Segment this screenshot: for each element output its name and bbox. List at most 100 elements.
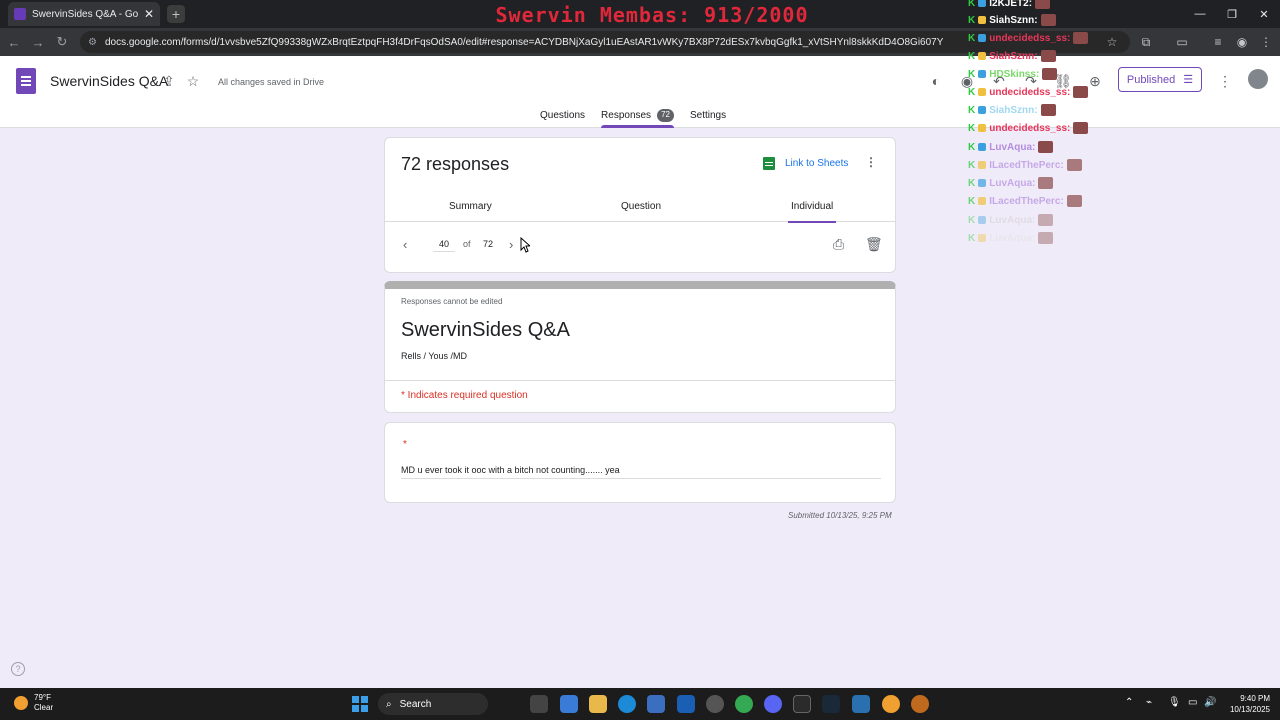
network-icon[interactable]: ⌁: [1146, 697, 1152, 708]
chat-user-badge-icon: [978, 124, 987, 132]
answer-text: MD u ever took it ooc with a bitch not c…: [401, 465, 881, 479]
windows-start-icon[interactable]: [352, 696, 368, 712]
close-window-icon[interactable]: ✕: [1248, 0, 1280, 28]
task-view-icon[interactable]: [530, 695, 548, 713]
tab-questions[interactable]: Questions: [540, 104, 585, 128]
chat-message: Kundecidedss_ss:: [968, 121, 1089, 135]
kick-badge-icon: K: [968, 50, 976, 62]
responses-count: 72 responses: [401, 154, 510, 174]
move-to-folder-icon[interactable]: ⇪: [160, 72, 178, 90]
chat-message: Kundecidedss_ss:: [968, 85, 1089, 99]
profile-icon[interactable]: ◉: [1234, 34, 1250, 50]
browser-tab[interactable]: SwervinSides Q&A - Google Fo ✕: [8, 2, 160, 26]
new-tab-button[interactable]: +: [167, 5, 185, 23]
palette-icon[interactable]: ◐: [927, 72, 945, 90]
chat-message: K LuvAqua:: [968, 140, 1054, 154]
chrome-icon[interactable]: [735, 695, 753, 713]
chat-message: K LuvAqua:: [968, 231, 1054, 245]
volume-icon[interactable]: 🔊: [1204, 697, 1216, 708]
chat-emote-icon: [1040, 50, 1056, 62]
responses-card: 72 responses Link to Sheets ⋮ Summary Qu…: [384, 137, 896, 273]
outlook-icon[interactable]: [677, 695, 695, 713]
more-options-icon[interactable]: ⋮: [1216, 72, 1234, 90]
tab-question[interactable]: Question: [621, 201, 661, 212]
delete-icon[interactable]: 🗑: [865, 236, 883, 253]
split-view-icon[interactable]: ▭: [1174, 34, 1190, 50]
chat-username: LuvAqua:: [989, 232, 1036, 244]
taskbar-search[interactable]: ⌕ Search: [378, 693, 488, 715]
document-title[interactable]: SwervinSides Q&A: [50, 73, 168, 89]
chat-emote-icon: [1035, 0, 1051, 9]
tray-overflow-icon[interactable]: ⌃: [1125, 697, 1133, 708]
link-to-sheets-button[interactable]: Link to Sheets: [763, 157, 848, 170]
forms-favicon-icon: [14, 8, 26, 20]
steam-icon[interactable]: [822, 695, 840, 713]
system-clock[interactable]: 9:40 PM 10/13/2025: [1222, 693, 1270, 715]
fl-studio-icon[interactable]: [911, 695, 929, 713]
response-pager: ‹ 40 of 72 › ⎙ 🗑: [385, 234, 895, 258]
store-icon[interactable]: [647, 695, 665, 713]
previous-response-icon[interactable]: ‹: [403, 237, 407, 252]
notepad-icon[interactable]: [852, 695, 870, 713]
published-button[interactable]: Published ☰: [1118, 67, 1202, 92]
help-icon[interactable]: ?: [11, 662, 25, 676]
chat-user-badge-icon: [978, 70, 987, 78]
reload-icon[interactable]: ↻: [54, 34, 70, 50]
chat-user-badge-icon: [978, 88, 987, 96]
chat-user-badge-icon: [978, 216, 987, 224]
display-icon[interactable]: ▭: [1188, 697, 1197, 708]
copilot-icon[interactable]: [560, 695, 578, 713]
saved-status: All changes saved in Drive: [218, 77, 325, 87]
site-info-icon[interactable]: ⚙: [88, 37, 97, 48]
tab-summary[interactable]: Summary: [449, 201, 492, 212]
back-icon[interactable]: ←: [6, 34, 22, 50]
search-icon: ⌕: [386, 698, 392, 710]
add-collaborator-icon[interactable]: ⊕: [1086, 72, 1104, 90]
chat-user-badge-icon: [978, 106, 987, 114]
github-icon[interactable]: [706, 695, 724, 713]
tab-individual[interactable]: Individual: [787, 201, 837, 223]
app-icon[interactable]: [882, 695, 900, 713]
required-star: *: [403, 439, 407, 450]
microphone-icon[interactable]: 🎙: [1168, 697, 1181, 708]
tab-questions-label: Questions: [540, 110, 586, 121]
form-header-card: Responses cannot be edited SwervinSides …: [384, 281, 896, 413]
forms-logo-icon[interactable]: [16, 68, 36, 94]
tab-settings[interactable]: Settings: [690, 104, 726, 128]
stream-overlay-title: Swervin Membas: 913/2000: [495, 3, 809, 27]
chat-emote-icon: [1038, 232, 1054, 244]
response-number-input[interactable]: 40: [433, 239, 455, 252]
form-description: Rells / Yous /MD: [401, 351, 468, 361]
window-controls: — ❐ ✕: [1184, 0, 1280, 28]
print-icon[interactable]: ⎙: [833, 236, 844, 253]
chat-user-badge-icon: [978, 52, 987, 60]
chat-username: SiahSznn:: [989, 50, 1038, 62]
question-card: * MD u ever took it ooc with a bitch not…: [384, 422, 896, 503]
next-response-icon[interactable]: ›: [509, 237, 513, 252]
terminal-icon[interactable]: [793, 695, 811, 713]
chat-emote-icon: [1038, 177, 1054, 189]
chat-user-badge-icon: [978, 0, 987, 7]
extensions-icon[interactable]: ⧉: [1138, 34, 1154, 50]
media-icon[interactable]: ≡: [1210, 34, 1226, 50]
chat-username: LuvAqua:: [989, 141, 1036, 153]
weather-widget[interactable]: 79°F Clear: [14, 693, 53, 713]
forward-icon[interactable]: →: [30, 34, 46, 50]
edge-icon[interactable]: [618, 695, 636, 713]
chat-emote-icon: [1040, 104, 1056, 116]
bookmark-star-icon[interactable]: ☆: [1104, 34, 1120, 50]
responses-more-icon[interactable]: ⋮: [865, 155, 877, 169]
kick-badge-icon: K: [968, 14, 976, 26]
chat-username: I2KJET2:: [989, 0, 1033, 9]
chrome-menu-icon[interactable]: ⋮: [1258, 34, 1274, 50]
avatar[interactable]: [1248, 69, 1268, 89]
discord-icon[interactable]: [764, 695, 782, 713]
close-tab-icon[interactable]: ✕: [144, 7, 154, 21]
restore-icon[interactable]: ❐: [1216, 0, 1248, 28]
tab-responses[interactable]: Responses 72: [601, 104, 674, 128]
file-explorer-icon[interactable]: [589, 695, 607, 713]
star-icon[interactable]: ☆: [184, 72, 202, 90]
link-to-sheets-label: Link to Sheets: [785, 158, 849, 169]
browser-tabbar: SwervinSides Q&A - Google Fo ✕ + Swervin…: [0, 0, 1280, 28]
minimize-icon[interactable]: —: [1184, 0, 1216, 28]
